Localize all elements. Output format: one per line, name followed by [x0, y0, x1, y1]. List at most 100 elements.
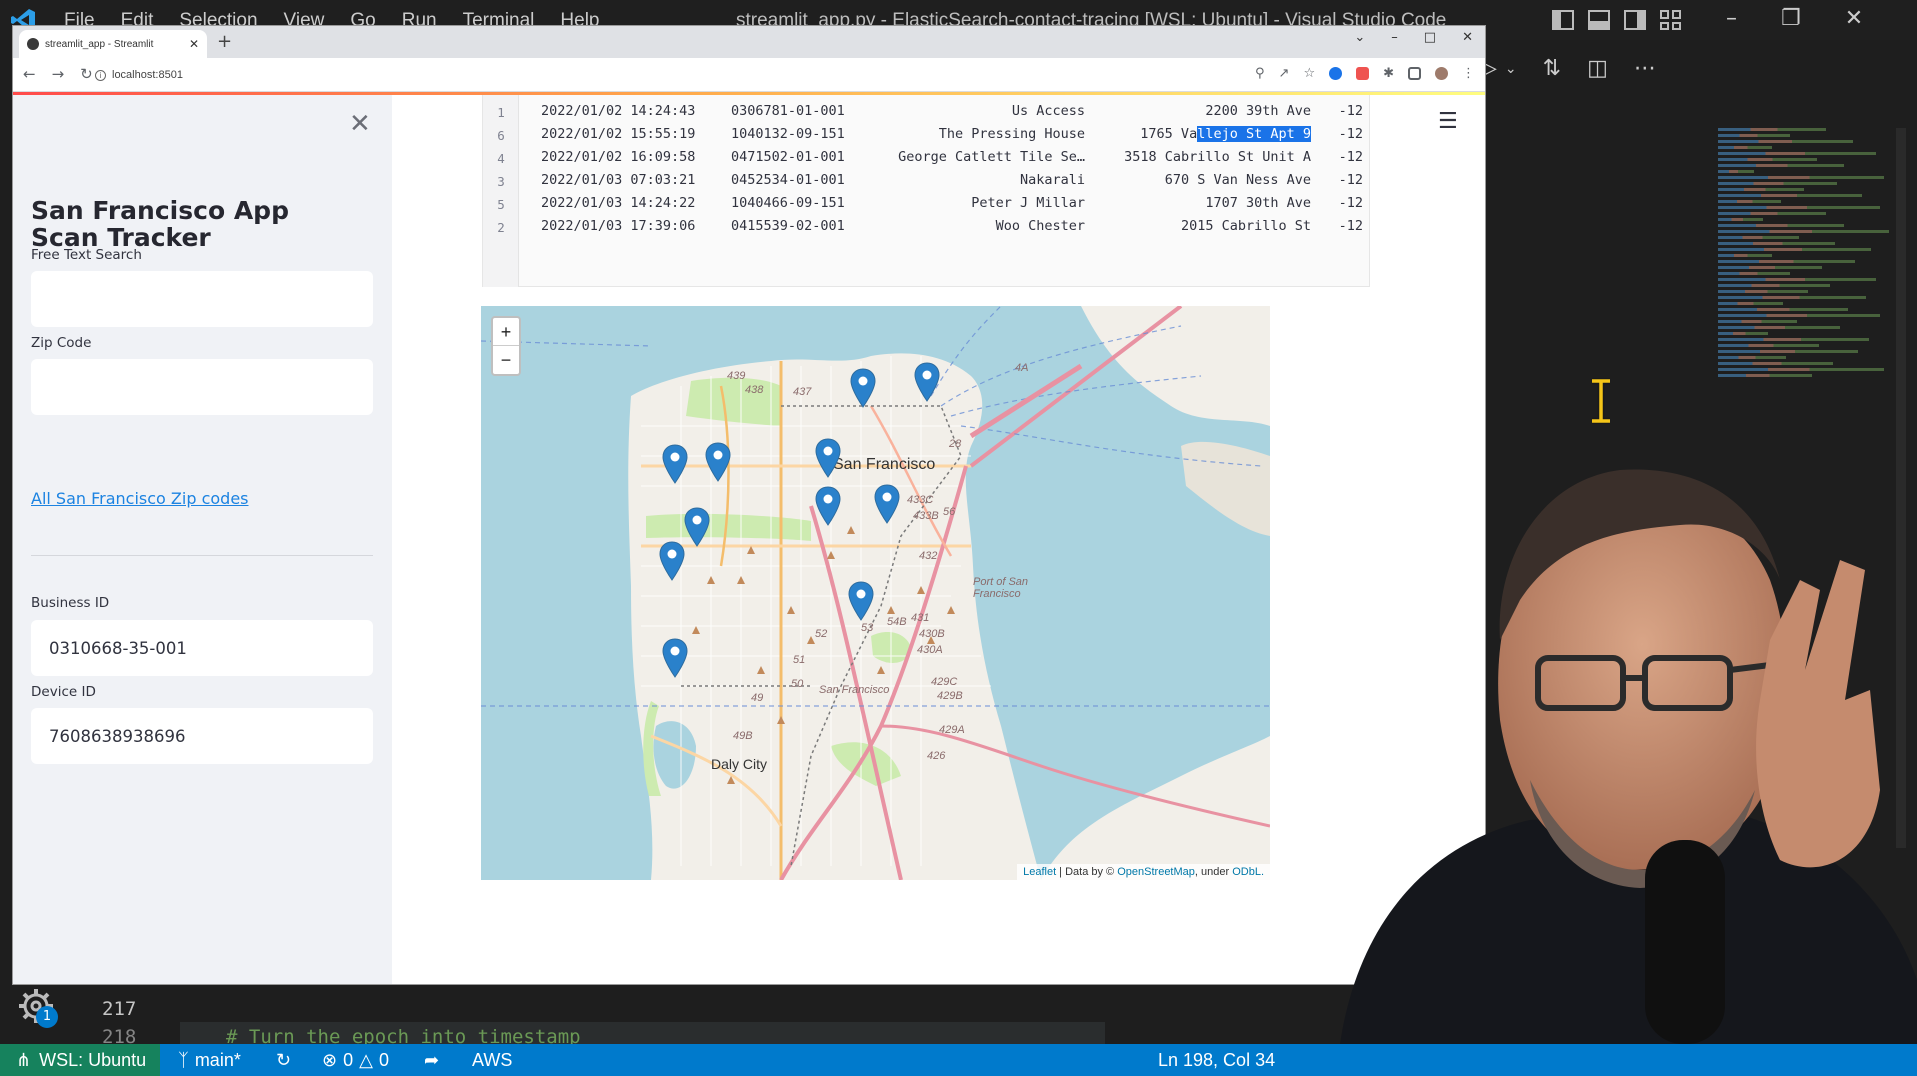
map-marker-icon[interactable] — [705, 442, 731, 482]
cell-address: 2015 Cabrillo St — [1181, 218, 1311, 234]
bookmark-star-icon[interactable]: ☆ — [1303, 66, 1315, 81]
remote-label: WSL: Ubuntu — [39, 1049, 147, 1070]
zoom-icon[interactable]: ⚲ — [1255, 66, 1265, 81]
chrome-menu-icon[interactable]: ⋮ — [1462, 66, 1475, 81]
zip-code-input[interactable] — [31, 359, 373, 415]
zoom-out-button[interactable]: − — [493, 346, 519, 374]
row-index: 4 — [497, 151, 505, 166]
map-marker-icon[interactable] — [815, 486, 841, 526]
extension-icon[interactable] — [1329, 67, 1343, 80]
map-marker-icon[interactable] — [850, 368, 876, 408]
tab-search-icon[interactable]: ⌄ — [1354, 30, 1365, 45]
remote-indicator[interactable]: ⋔ WSL: Ubuntu — [0, 1044, 160, 1076]
toggle-secondary-sidebar-icon[interactable] — [1624, 10, 1646, 30]
device-id-label: Device ID — [31, 684, 96, 700]
leaflet-map[interactable]: 439 438 437 4A 28 433C 433B 56 432 431 4… — [481, 306, 1270, 880]
device-id-input[interactable]: 7608638938696 — [31, 708, 373, 764]
attribution-text: | Data by © — [1056, 866, 1118, 878]
nav-buttons: ← → ↻ — [23, 65, 93, 83]
cell-business-name: Peter J Millar — [971, 195, 1085, 211]
results-dataframe[interactable]: 1 2022/01/02 14:24:43 0306781-01-001 Us Acc… — [482, 95, 1370, 287]
map-marker-icon[interactable] — [914, 362, 940, 402]
osm-link[interactable]: OpenStreetMap — [1117, 866, 1195, 878]
map-marker-icon[interactable] — [684, 507, 710, 547]
new-tab-icon[interactable]: + — [217, 31, 232, 52]
git-branch-icon: ᛉ — [178, 1050, 189, 1070]
route-label: 50 — [791, 678, 804, 690]
profile-avatar[interactable] — [1435, 67, 1448, 80]
restore-icon[interactable]: ❐ — [1781, 6, 1801, 31]
toggle-panel-icon[interactable] — [1588, 10, 1610, 30]
url-text: localhost:8501 — [112, 69, 183, 81]
browser-maximize-icon[interactable]: □ — [1424, 30, 1436, 45]
site-info-icon[interactable]: i — [95, 69, 106, 81]
error-count: 0 — [343, 1050, 354, 1070]
puzzle-extensions-icon[interactable]: ✱ — [1383, 66, 1394, 81]
share-icon[interactable]: ↗ — [1279, 66, 1290, 81]
problems-indicator[interactable]: ⊗ 0 △ 0 — [322, 1050, 389, 1071]
more-actions-icon[interactable]: ⋯ — [1634, 56, 1656, 81]
zip-codes-link[interactable]: All San Francisco Zip codes — [31, 489, 249, 508]
map-marker-icon[interactable] — [662, 444, 688, 484]
browser-minimize-icon[interactable]: – — [1391, 30, 1398, 45]
main-menu-icon[interactable]: ☰ — [1438, 109, 1458, 134]
git-branch[interactable]: ᛉ main* — [178, 1050, 241, 1071]
cell-longitude: -12 — [1338, 126, 1363, 142]
row-index: 5 — [497, 197, 505, 212]
address-bar[interactable]: i localhost:8501 — [95, 63, 1265, 87]
attribution-under: , under — [1194, 866, 1233, 878]
forward-arrow-icon[interactable]: → — [52, 65, 65, 83]
browser-tab-active[interactable]: streamlit_app - Streamlit ✕ — [19, 30, 207, 58]
error-icon: ⊗ — [322, 1050, 338, 1070]
reload-icon[interactable]: ↻ — [80, 65, 93, 83]
browser-window: streamlit_app - Streamlit ✕ + ⌄ – □ ✕ ← … — [13, 26, 1485, 984]
side-panel-icon[interactable] — [1408, 67, 1421, 80]
remote-icon: ⋔ — [16, 1049, 32, 1070]
cell-business-name: Us Access — [1011, 103, 1085, 119]
daly-city-label: Daly City — [711, 756, 768, 772]
cell-timestamp: 2022/01/02 16:09:58 — [541, 149, 696, 165]
streamlit-sidebar: ✕ San Francisco App Scan Tracker Free Te… — [13, 95, 392, 984]
back-arrow-icon[interactable]: ← — [23, 65, 36, 83]
minimize-icon[interactable]: – — [1726, 6, 1737, 31]
business-id-input[interactable]: 0310668-35-001 — [31, 620, 373, 676]
live-share-button[interactable]: ➦ — [424, 1050, 439, 1071]
editor-toolbar: ▷ ⌄ ⇅ ◫ ⋯ — [1480, 56, 1656, 81]
close-window-icon[interactable]: ✕ — [1845, 6, 1863, 31]
map-marker-icon[interactable] — [659, 541, 685, 581]
close-sidebar-icon[interactable]: ✕ — [349, 109, 371, 139]
cell-address: 670 S Van Ness Ave — [1165, 172, 1311, 188]
line-number: 217 — [102, 998, 137, 1020]
cell-business-name: Nakarali — [1019, 172, 1085, 188]
pocket-extension-icon[interactable] — [1356, 67, 1370, 80]
table-row[interactable]: 2 2022/01/03 17:39:06 0415539-02-001 Woo Ch… — [483, 212, 1369, 240]
map-marker-icon[interactable] — [874, 484, 900, 524]
cell-timestamp: 2022/01/03 14:24:22 — [541, 195, 696, 211]
address-selected-text: llejo St Apt 9 — [1197, 126, 1311, 142]
browser-close-icon[interactable]: ✕ — [1462, 30, 1473, 45]
open-changes-icon[interactable]: ⇅ — [1543, 56, 1561, 81]
text-cursor-icon — [1592, 378, 1610, 424]
sync-button[interactable]: ↻ — [276, 1050, 291, 1071]
zoom-in-button[interactable]: + — [493, 318, 519, 346]
run-dropdown-icon[interactable]: ⌄ — [1505, 61, 1517, 77]
split-editor-icon[interactable]: ◫ — [1587, 56, 1608, 81]
address-text: 2200 39th Ave — [1205, 103, 1311, 119]
cursor-position[interactable]: Ln 198, Col 34 — [1158, 1050, 1275, 1071]
webcam-presenter-overlay — [1340, 469, 1917, 1044]
route-label: 438 — [745, 384, 764, 396]
odbl-link[interactable]: ODbL. — [1232, 866, 1264, 878]
customize-layout-icon[interactable] — [1660, 10, 1682, 30]
free-text-search-input[interactable] — [31, 271, 373, 327]
aws-indicator[interactable]: AWS — [472, 1050, 512, 1071]
map-marker-icon[interactable] — [662, 638, 688, 678]
microphone — [1645, 840, 1725, 1044]
route-label: 28 — [949, 438, 962, 450]
tab-close-icon[interactable]: ✕ — [189, 37, 199, 51]
cell-business-id: 0452534-01-001 — [731, 172, 845, 188]
route-label: 433C — [907, 494, 934, 506]
toggle-primary-sidebar-icon[interactable] — [1552, 10, 1574, 30]
leaflet-link[interactable]: Leaflet — [1023, 866, 1056, 878]
map-marker-icon[interactable] — [815, 438, 841, 478]
map-marker-icon[interactable] — [848, 581, 874, 621]
